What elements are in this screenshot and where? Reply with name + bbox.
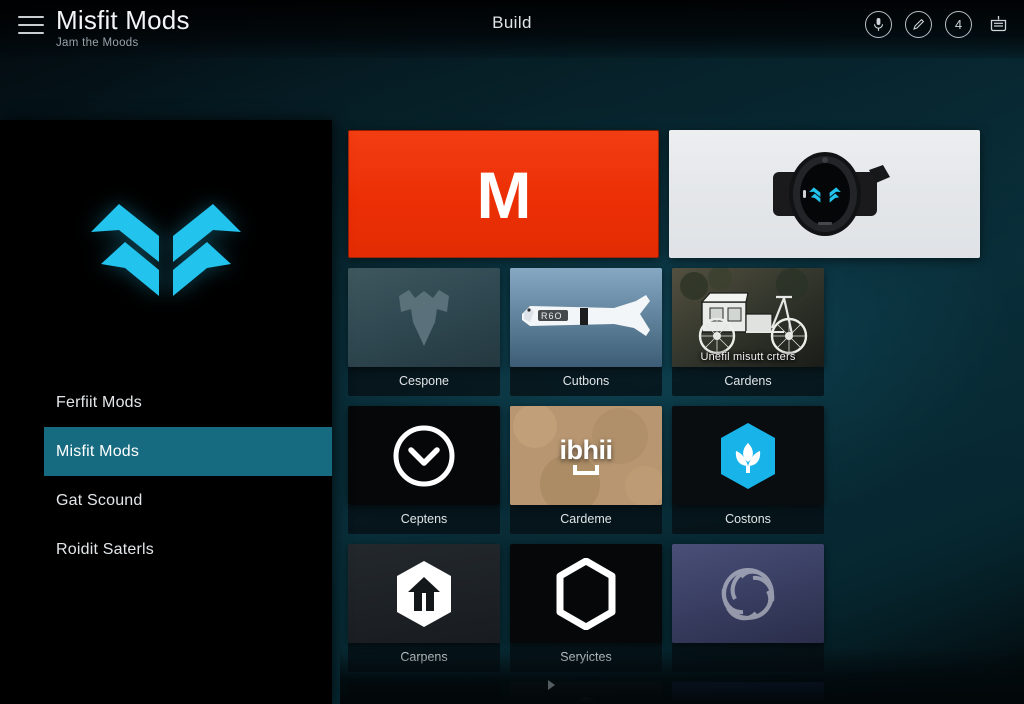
hero-tile-m[interactable]: M bbox=[348, 130, 659, 258]
number-four-circle-icon[interactable]: 4 bbox=[945, 11, 972, 38]
tile-seryictes[interactable]: Seryictes bbox=[510, 544, 662, 672]
hero-m-letter: M bbox=[476, 158, 532, 232]
tile-label: Cardeme bbox=[510, 505, 662, 534]
hexagon-outline-icon bbox=[556, 557, 616, 630]
tile-tfum-protii[interactable]: TFUM PROTII bbox=[348, 682, 500, 704]
misfit-chevron-logo bbox=[0, 190, 332, 310]
sidebar-item-misfit-mods[interactable]: Misfit Mods bbox=[44, 427, 332, 476]
sidebar-item-gat-scound[interactable]: Gat Scound bbox=[0, 476, 332, 525]
hexagon-arrow-up-icon bbox=[397, 560, 451, 627]
tile-grid: Cespone R6O Cutbons Unefil misutt crters… bbox=[348, 268, 980, 704]
tile-carpens[interactable]: Carpens bbox=[348, 544, 500, 672]
tile-aperture[interactable] bbox=[672, 544, 824, 672]
tile-hexagon-check[interactable] bbox=[672, 682, 824, 704]
shield-crest-icon bbox=[399, 289, 449, 346]
tile-thumbnail bbox=[348, 544, 500, 643]
app-root: Misfit Mods Jam the Moods Build 4 Ferfii… bbox=[0, 0, 1024, 704]
tile-thumbnail bbox=[348, 268, 500, 367]
app-subtitle: Jam the Moods bbox=[56, 37, 139, 49]
tile-thumbnail bbox=[510, 682, 662, 704]
top-icon-label: 4 bbox=[954, 17, 963, 32]
tile-label bbox=[672, 643, 824, 672]
tile-cardeme[interactable]: ibhii Cardeme bbox=[510, 406, 662, 534]
tile-label: Seryictes bbox=[510, 643, 662, 672]
tile-costons[interactable]: Costons bbox=[672, 406, 824, 534]
tile-thumbnail bbox=[672, 544, 824, 643]
sidebar-item-label: Ferfiit Mods bbox=[56, 393, 142, 411]
tile-thumbnail: Unefil misutt crters bbox=[672, 268, 824, 367]
sidebar: Ferfiit Mods Misfit Mods Gat Scound Roid… bbox=[0, 120, 332, 704]
top-bar: Misfit Mods Jam the Moods Build 4 bbox=[0, 0, 1024, 58]
content-grid: M Cespone R6O Cutbons Unefil misutt crte… bbox=[348, 130, 980, 704]
tile-label: Costons bbox=[672, 505, 824, 534]
tile-hexagon-dots[interactable] bbox=[510, 682, 662, 704]
tile-label: Carpens bbox=[348, 643, 500, 672]
hexagon-check-icon bbox=[736, 697, 760, 704]
tile-cardens[interactable]: Unefil misutt crters Cardens bbox=[672, 268, 824, 396]
hero-tile-smartwatch[interactable] bbox=[669, 130, 980, 258]
ibhii-wordmark-icon: ibhii bbox=[559, 434, 614, 465]
smartwatch-icon bbox=[772, 152, 890, 236]
tile-cutbons[interactable]: R6O Cutbons bbox=[510, 268, 662, 396]
tile-thumbnail bbox=[672, 406, 824, 505]
tile-label: Ceptens bbox=[348, 505, 500, 534]
tile-thumbnail bbox=[672, 682, 824, 704]
tile-cespone[interactable]: Cespone bbox=[348, 268, 500, 396]
hexagon-leaf-icon bbox=[721, 422, 775, 489]
sidebar-item-label: Roidit Saterls bbox=[56, 540, 154, 558]
tile-label: Cardens bbox=[672, 367, 824, 396]
ibhii-underline-mark bbox=[573, 464, 599, 475]
chevron-down-circle-icon bbox=[393, 425, 455, 486]
pencil-circle-icon[interactable] bbox=[905, 11, 932, 38]
sidebar-item-ferfiit-mods[interactable]: Ferfiit Mods bbox=[0, 378, 332, 427]
svg-text:R6O: R6O bbox=[541, 311, 563, 321]
tile-thumbnail: TFUM PROTII bbox=[348, 682, 500, 704]
hero-row: M bbox=[348, 130, 980, 258]
sidebar-item-label: Gat Scound bbox=[56, 491, 143, 509]
rocket-plane-icon: R6O bbox=[510, 268, 662, 367]
tile-thumbnail: R6O bbox=[510, 268, 662, 367]
tile-label: Cutbons bbox=[510, 367, 662, 396]
top-icon-group: 4 bbox=[865, 11, 1012, 38]
sidebar-nav: Ferfiit Mods Misfit Mods Gat Scound Roid… bbox=[0, 378, 332, 574]
sidebar-item-roidit-saterls[interactable]: Roidit Saterls bbox=[0, 525, 332, 574]
tile-thumbnail: ibhii bbox=[510, 406, 662, 505]
sidebar-item-label: Misfit Mods bbox=[56, 442, 140, 460]
tile-label: Cespone bbox=[348, 367, 500, 396]
tile-thumbnail bbox=[510, 544, 662, 643]
microphone-circle-icon[interactable] bbox=[865, 11, 892, 38]
scroll-right-arrow-icon[interactable] bbox=[548, 680, 555, 690]
tile-thumbnail bbox=[348, 406, 500, 505]
tile-overlay-text: Unefil misutt crters bbox=[700, 351, 796, 363]
aperture-shutter-icon bbox=[721, 567, 775, 620]
inbox-tray-icon[interactable] bbox=[985, 11, 1012, 38]
tile-ceptens[interactable]: Ceptens bbox=[348, 406, 500, 534]
hexagon-two-dots-icon bbox=[570, 696, 602, 704]
